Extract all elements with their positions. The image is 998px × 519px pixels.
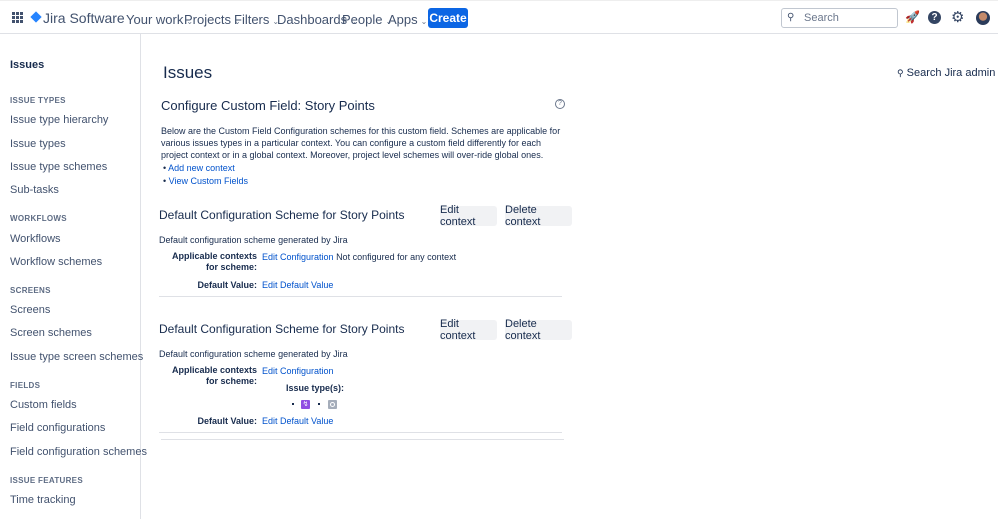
nav-filters[interactable]: Filters ⌄: [234, 12, 279, 27]
section-heading: ISSUE TYPES: [10, 96, 66, 105]
sidebar-title: Issues: [10, 59, 45, 71]
issue-types-label: Issue type(s):: [286, 383, 345, 393]
edit-context-button[interactable]: Edit context: [440, 318, 497, 342]
links-list: • Add new context • View Custom Fields: [163, 162, 248, 188]
sidebar-item-screen-schemes[interactable]: Screen schemes: [10, 327, 92, 339]
search-icon: ⚲: [897, 68, 904, 78]
nav-label: Dashboards: [277, 12, 348, 27]
description: Below are the Custom Field Configuration…: [161, 126, 561, 160]
sidebar-item-field-configuration-schemes[interactable]: Field configuration schemes: [10, 446, 147, 458]
create-button[interactable]: Create: [428, 8, 468, 28]
divider: [161, 439, 564, 440]
section-heading: Configure Custom Field: Story Points: [161, 98, 375, 113]
search-icon: ⚲: [787, 12, 795, 23]
list-item: • View Custom Fields: [163, 176, 249, 186]
sidebar-item-screens[interactable]: Screens: [10, 304, 50, 316]
nav-people[interactable]: People ⌄: [342, 12, 392, 27]
scheme-description: Default configuration scheme generated b…: [159, 349, 348, 359]
search-input[interactable]: Search: [781, 8, 898, 28]
edit-configuration-link[interactable]: Edit Configuration: [262, 252, 334, 262]
search-placeholder: Search: [804, 12, 839, 24]
nav-your-work[interactable]: Your work ⌄: [126, 12, 193, 27]
edit-context-button[interactable]: Edit context: [440, 204, 497, 228]
settings-icon[interactable]: ⚙: [951, 8, 964, 26]
nav-label: People: [342, 12, 383, 27]
chevron-down-icon: ⌄: [420, 17, 428, 26]
nav-apps[interactable]: Apps ⌄: [388, 12, 427, 27]
sidebar-item-sub-tasks[interactable]: Sub-tasks: [10, 184, 59, 196]
help-icon[interactable]: ?: [928, 11, 941, 24]
scheme-title: Default Configuration Scheme for Story P…: [159, 208, 405, 222]
view-custom-fields-link[interactable]: View Custom Fields: [169, 176, 248, 186]
help-icon[interactable]: ?: [555, 99, 565, 109]
delete-context-button[interactable]: Delete context: [505, 318, 572, 342]
contexts-text: Not configured for any context: [336, 252, 457, 262]
nav-label: Filters: [234, 12, 270, 27]
bullet: [318, 403, 320, 405]
nav-projects[interactable]: Projects ⌄: [184, 12, 241, 27]
sidebar-item-workflow-schemes[interactable]: Workflow schemes: [10, 256, 102, 268]
sidebar-item-time-tracking[interactable]: Time tracking: [10, 494, 76, 506]
jira-logo-icon: [30, 11, 42, 23]
sidebar-item-issue-types[interactable]: Issue types: [10, 138, 66, 150]
scheme-description: Default configuration scheme generated b…: [159, 235, 348, 245]
search-admin-label: Search Jira admin: [906, 67, 996, 79]
divider: [159, 432, 562, 433]
default-value-label: Default Value:: [197, 280, 257, 290]
section-heading: WORKFLOWS: [10, 214, 67, 223]
epic-issue-type-icon: ↯: [301, 400, 310, 409]
edit-default-value-link[interactable]: Edit Default Value: [262, 280, 333, 290]
sidebar-item-workflows[interactable]: Workflows: [10, 233, 61, 245]
nav-label: Projects: [184, 12, 231, 27]
contexts-label: Applicable contexts for scheme:: [171, 365, 257, 386]
bullet: [292, 403, 294, 405]
section-heading: SCREENS: [10, 286, 51, 295]
add-new-context-link[interactable]: Add new context: [168, 163, 235, 173]
nav-label: Your work: [126, 12, 184, 27]
sidebar-item-issue-type-hierarchy[interactable]: Issue type hierarchy: [10, 114, 108, 126]
avatar[interactable]: [976, 11, 990, 25]
edit-default-value-link[interactable]: Edit Default Value: [262, 416, 333, 426]
nav-label: Apps: [388, 12, 418, 27]
delete-context-button[interactable]: Delete context: [505, 204, 572, 228]
default-value-label: Default Value:: [197, 416, 257, 426]
divider: [159, 296, 562, 297]
sidebar-item-issue-type-screen-schemes[interactable]: Issue type screen schemes: [10, 351, 143, 363]
top-navigation: Jira Software Your work ⌄ Projects ⌄ Filte…: [0, 0, 998, 34]
contexts-value: Edit Configuration Not configured for an…: [262, 252, 456, 262]
section-heading: FIELDS: [10, 381, 41, 390]
notifications-icon[interactable]: 🚀: [905, 10, 920, 24]
contexts-label: Applicable contexts for scheme:: [171, 251, 257, 272]
subtask-issue-type-icon: [328, 400, 337, 409]
scheme-title: Default Configuration Scheme for Story P…: [159, 322, 405, 336]
edit-configuration-link[interactable]: Edit Configuration: [262, 366, 334, 376]
sidebar-item-custom-fields[interactable]: Custom fields: [10, 399, 77, 411]
section-heading: ISSUE FEATURES: [10, 476, 83, 485]
page-title: Issues: [163, 63, 213, 82]
app-switcher-icon[interactable]: [12, 12, 23, 23]
brand-name[interactable]: Jira Software: [43, 10, 125, 26]
search-jira-admin-link[interactable]: ⚲ Search Jira admin: [897, 67, 995, 79]
sidebar-item-field-configurations[interactable]: Field configurations: [10, 422, 105, 434]
sidebar: Issues ISSUE TYPES Issue type hierarchy …: [0, 34, 147, 519]
sidebar-item-issue-type-schemes[interactable]: Issue type schemes: [10, 161, 107, 173]
list-item: • Add new context: [163, 163, 235, 173]
